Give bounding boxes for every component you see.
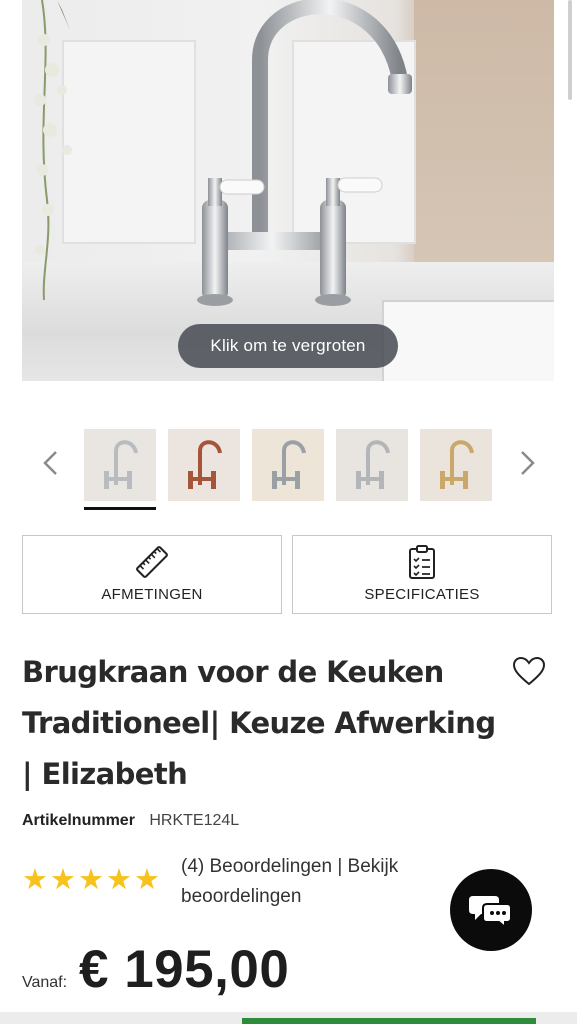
scrollbar[interactable]: [568, 0, 572, 100]
chevron-left-icon[interactable]: [36, 448, 66, 478]
thumbnail-copper[interactable]: [168, 429, 240, 501]
star-icon: ★: [50, 864, 76, 896]
star-icon: ★: [134, 864, 160, 896]
specifications-button[interactable]: SPECIFICATIES: [292, 535, 552, 614]
thumbnail-chrome-beige[interactable]: [252, 429, 324, 501]
chat-icon: [469, 896, 512, 928]
faucet-illustration: [197, 0, 412, 306]
ruler-icon: [136, 546, 168, 578]
price: € 195,00: [79, 940, 290, 999]
clipboard-checklist-icon: [409, 545, 435, 579]
sink: [382, 300, 554, 381]
chat-button[interactable]: [450, 869, 532, 951]
thumbnail-carousel: [0, 420, 577, 515]
dimensions-button[interactable]: AFMETINGEN: [22, 535, 282, 614]
plant-decoration: [34, 0, 72, 300]
zoom-button[interactable]: Klik om te vergroten: [178, 324, 398, 368]
product-title: Brugkraan voor de Keuken Traditioneel| K…: [22, 655, 496, 791]
active-thumbnail-indicator: [84, 507, 156, 510]
reviews-link[interactable]: (4) Beoordelingen | Bekijk beoordelingen: [181, 852, 461, 912]
thumbnail-brass[interactable]: [420, 429, 492, 501]
sku-label: Artikelnummer: [22, 812, 135, 829]
dimensions-label: AFMETINGEN: [101, 586, 203, 603]
add-to-cart-bar-edge[interactable]: [242, 1018, 536, 1024]
star-icon: ★: [22, 864, 48, 896]
rating-stars[interactable]: ★ ★ ★ ★ ★: [22, 866, 160, 895]
specifications-label: SPECIFICATIES: [364, 586, 480, 603]
wall-background: [414, 0, 554, 270]
star-icon: ★: [78, 864, 104, 896]
sku-value: HRKTE124L: [149, 812, 240, 829]
thumbnail-chrome[interactable]: [84, 429, 156, 501]
star-icon: ★: [106, 864, 132, 896]
heart-icon[interactable]: [512, 656, 546, 686]
sku-row: Artikelnummer HRKTE124L: [22, 812, 239, 830]
thumbnail-chrome-2[interactable]: [336, 429, 408, 501]
price-prefix: Vanaf:: [22, 974, 68, 991]
chevron-right-icon[interactable]: [512, 448, 542, 478]
